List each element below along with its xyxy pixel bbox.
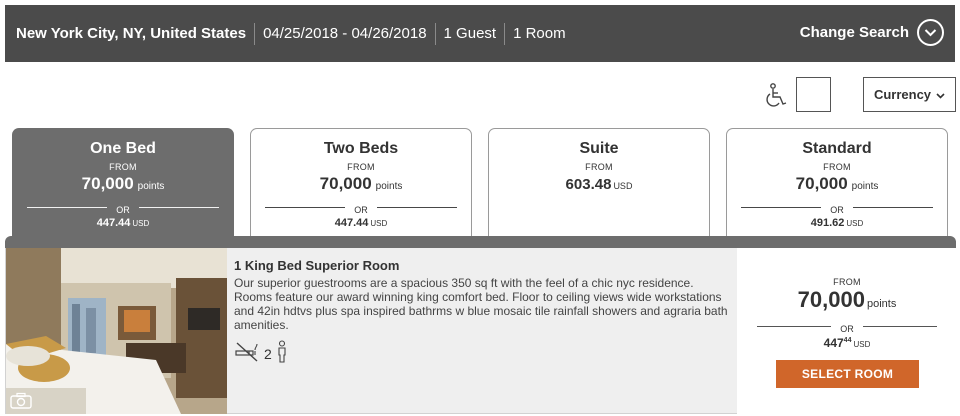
points-value: 70,000 [319, 174, 372, 193]
usd-cents: 44 [843, 337, 852, 344]
points-unit: points [851, 181, 879, 192]
or-label: OR [345, 205, 377, 215]
change-search-button[interactable]: Change Search [800, 19, 944, 46]
tab-from-label: FROM [109, 162, 137, 172]
usd-unit: USD [132, 219, 150, 228]
chevron-down-icon [936, 87, 945, 102]
tab-standard[interactable]: Standard FROM 70,000 points OR 491.62 USD [726, 128, 948, 236]
points-value: 70,000 [797, 287, 865, 312]
search-guests: 1 Guest [443, 24, 497, 42]
search-dates: 04/25/2018 - 04/26/2018 [263, 24, 427, 42]
tab-name: Suite [579, 140, 619, 157]
search-location: New York City, NY, United States [16, 24, 247, 42]
search-summary-bar: New York City, NY, United States 04/25/2… [5, 5, 955, 62]
select-room-button[interactable]: SELECT ROOM [776, 360, 919, 388]
usd-unit: USD [613, 181, 633, 191]
accessible-room-checkbox[interactable] [796, 77, 831, 112]
divider [504, 22, 506, 45]
currency-dropdown[interactable]: Currency [863, 77, 956, 112]
active-tab-band [5, 236, 956, 248]
usd-value: 447.44 [96, 217, 131, 229]
usd-whole: 447 [823, 336, 844, 350]
or-divider: OR [265, 200, 457, 215]
usd-unit: USD [853, 340, 871, 349]
tab-points: 70,000 points [251, 173, 471, 198]
divider [254, 22, 256, 45]
usd-unit: USD [846, 219, 864, 228]
points-value: 70,000 [795, 174, 848, 193]
or-label: OR [831, 324, 863, 334]
usd-value: 603.48 [565, 176, 612, 193]
points-unit: points [866, 298, 897, 310]
tab-suite[interactable]: Suite FROM 603.48 USD [488, 128, 710, 236]
tab-name: One Bed [90, 140, 156, 157]
or-label: OR [107, 205, 139, 215]
tab-name: Standard [802, 140, 872, 157]
room-usd-price: 44744 USD [737, 336, 957, 350]
tab-usd-price: 491.62 USD [727, 217, 947, 229]
wheelchair-icon [764, 83, 788, 109]
tab-usd-price: 447.44 USD [13, 217, 233, 229]
search-rooms: 1 Room [513, 24, 566, 42]
tab-points: 70,000 points [13, 173, 233, 198]
camera-icon[interactable] [10, 392, 32, 409]
room-price-panel: FROM 70,000 points OR 44744 USD SELECT ROO… [737, 248, 957, 414]
or-divider: OR [741, 200, 933, 215]
room-points: 70,000 points [737, 287, 957, 317]
chevron-down-icon [917, 19, 944, 46]
tab-two-beds[interactable]: Two Beds FROM 70,000 points OR 447.44 USD [250, 128, 472, 236]
tab-points: 70,000 points [727, 173, 947, 198]
room-card: 1 King Bed Superior Room Our superior gu… [5, 248, 957, 414]
currency-label: Currency [873, 87, 932, 102]
tab-from-label: FROM [347, 162, 375, 172]
points-unit: points [137, 181, 165, 192]
tab-usd-price: 603.48 USD [489, 175, 709, 196]
usd-unit: USD [370, 219, 388, 228]
points-unit: points [375, 181, 403, 192]
tab-usd-price: 447.44 USD [251, 217, 471, 229]
price-from-label: FROM [833, 277, 861, 287]
or-divider: OR [27, 200, 219, 215]
points-value: 70,000 [81, 174, 134, 193]
no-smoking-icon [234, 341, 260, 368]
usd-value: 447.44 [334, 217, 369, 229]
change-search-label: Change Search [799, 24, 909, 41]
tab-one-bed[interactable]: One Bed FROM 70,000 points OR 447.44 USD [12, 128, 234, 236]
room-photo[interactable] [6, 248, 227, 414]
divider [434, 22, 436, 45]
room-details: 1 King Bed Superior Room Our superior gu… [234, 258, 734, 366]
or-label: OR [821, 205, 853, 215]
room-title: 1 King Bed Superior Room [234, 258, 400, 273]
tab-from-label: FROM [585, 162, 613, 172]
person-icon [276, 339, 288, 369]
room-amenities: 2 [234, 339, 734, 369]
room-description: Our superior guestrooms are a spacious 3… [234, 276, 728, 332]
or-divider: OR [757, 319, 937, 334]
tab-name: Two Beds [323, 140, 399, 157]
tab-from-label: FROM [823, 162, 851, 172]
usd-value: 491.62 [810, 217, 845, 229]
occupancy-count: 2 [264, 346, 272, 362]
